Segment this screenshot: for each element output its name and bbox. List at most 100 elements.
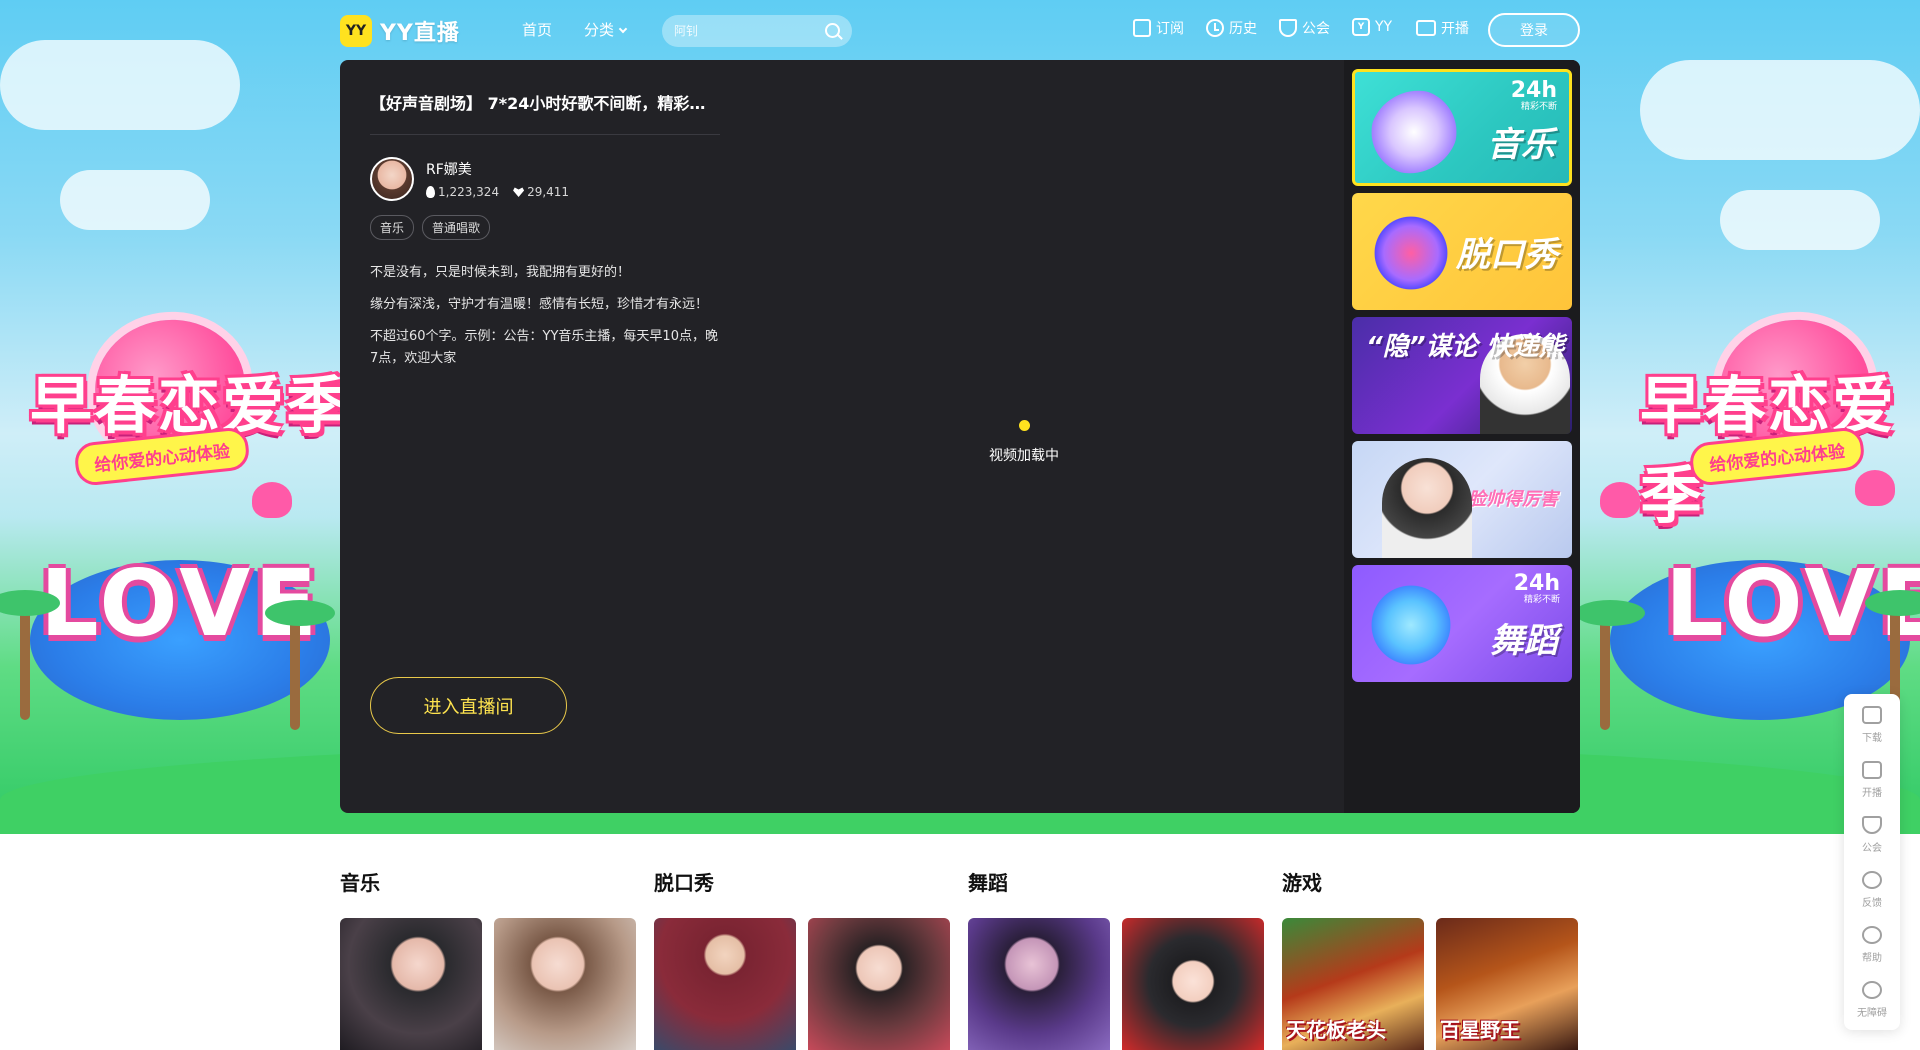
streamer-meta: RF娜美 1,223,324 29,411 [426,159,569,199]
badge-24h: 24h [1510,78,1557,103]
nav-history[interactable]: 历史 [1206,18,1257,38]
search-box[interactable] [662,15,852,47]
stream-thumbnail[interactable] [494,918,636,1050]
rail-card-title: 脱口秀 [1456,235,1558,275]
help-button[interactable]: 帮助 [1844,926,1900,981]
rail-card-courier-bear[interactable]: “隐”谋论 快递熊 [1352,317,1572,434]
site-logo[interactable]: YY YY直播 [340,15,460,47]
cloud-decoration [1640,60,1920,160]
rail-card-dance[interactable]: 24h 精彩不断 舞蹈 [1352,565,1572,682]
description-line: 不超过60个字。示例：公告：YY音乐主播，每天早10点，晚7点，欢迎大家 [370,329,718,366]
stream-thumbnail[interactable] [340,918,482,1050]
nav-yy[interactable]: Y YY [1352,18,1392,36]
cloud-decoration [60,170,210,230]
rail-card-title: 音乐 [1487,125,1555,165]
room-tags: 音乐 普通唱歌 [370,215,720,240]
bookmark-icon [1133,19,1151,37]
nav-yy-label: YY [1375,19,1393,35]
camera-icon [1862,761,1882,779]
section-title[interactable]: 游戏 [1282,867,1322,896]
yy-icon: Y [1352,18,1370,36]
heart-icon [513,187,525,197]
streamer-avatar[interactable] [370,157,414,201]
heat-stat: 1,223,324 [426,185,499,199]
floating-toolbar: 下载 开播 公会 反馈 帮助 无障碍 [1844,694,1900,1030]
stream-thumbnail[interactable] [808,918,950,1050]
download-button[interactable]: 下载 [1844,706,1900,761]
rail-card-goddess[interactable]: 活力女神 脸帅得厉害 [1352,441,1572,558]
video-loading: 视频加载中 [924,420,1124,465]
tag-music[interactable]: 音乐 [370,215,415,240]
nav-home-link[interactable]: 首页 [522,19,552,40]
tag-singing[interactable]: 普通唱歌 [422,215,491,240]
loading-text: 视频加载中 [989,448,1059,464]
login-button[interactable]: 登录 [1488,13,1580,47]
thumbnail-caption: 天花板老头 [1286,1018,1386,1042]
top-nav: YY YY直播 首页 分类 订阅 历史 公会 Y YY 开播 登录 [0,0,1920,60]
room-info: 【好声音剧场】 7*24小时好歌不间断，精彩不... RF娜美 1,223,32… [370,90,720,380]
streamer-stats: 1,223,324 29,411 [426,185,569,199]
heart-decoration [252,482,292,518]
clock-icon [1206,19,1224,37]
palm-decoration [265,600,335,626]
stream-thumbnail[interactable] [968,918,1110,1050]
chevron-down-icon [618,24,628,34]
feedback-button[interactable]: 反馈 [1844,871,1900,926]
broadcast-button[interactable]: 开播 [1844,761,1900,816]
section-title[interactable]: 舞蹈 [968,867,1008,896]
shoe-icon [1352,567,1470,682]
float-label: 下载 [1862,733,1882,744]
stream-thumbnail[interactable]: 百星野王 [1436,918,1578,1050]
guild-button[interactable]: 公会 [1844,816,1900,871]
thumbnail-caption: 百星野王 [1440,1018,1520,1042]
rail-card-music[interactable]: 24h 精彩不断 音乐 [1352,69,1572,186]
logo-badge: YY [340,15,372,47]
stream-thumbnail[interactable] [1122,918,1264,1050]
streamer-card[interactable]: RF娜美 1,223,324 29,411 [370,157,720,201]
logo-text: YY直播 [380,21,460,46]
badge-24h: 24h [1513,571,1560,596]
nav-subscribe[interactable]: 订阅 [1133,18,1184,38]
description-line: 缘分有深浅，守护才有温暖！感情有长短，珍惜才有永远！ [370,297,709,312]
cloud-decoration [1720,190,1880,250]
headset-icon [1862,926,1882,944]
section-title[interactable]: 脱口秀 [654,867,714,896]
section-title[interactable]: 音乐 [340,867,380,896]
shield-icon [1862,816,1882,834]
nav-subscribe-label: 订阅 [1156,21,1184,37]
rail-card-talkshow[interactable]: 脱口秀 [1352,193,1572,310]
enter-room-button[interactable]: 进入直播间 [370,677,567,734]
download-icon [1862,706,1882,724]
camera-icon [1416,20,1436,36]
host-portrait [1382,458,1472,558]
float-label: 公会 [1862,843,1882,854]
nav-category-dropdown[interactable]: 分类 [584,19,628,40]
rail-card-title: “隐”谋论 快递熊 [1366,332,1565,362]
streamer-name[interactable]: RF娜美 [426,159,569,179]
rail-card-title: 舞蹈 [1490,621,1558,661]
palm-decoration [290,610,300,730]
description-line: 不是没有，只是时候未到，我配拥有更好的！ [370,265,631,280]
flame-icon [426,186,435,198]
search-icon[interactable] [825,23,840,38]
stream-thumbnail[interactable] [654,918,796,1050]
badge-sub: 精彩不断 [1520,102,1557,112]
category-sections: 音乐 脱口秀 舞蹈 游戏 天花板老头 百星野王 [340,834,1580,1050]
badge-sub: 精彩不断 [1523,595,1560,605]
shield-icon [1279,19,1297,37]
stream-thumbnail[interactable]: 天花板老头 [1282,918,1424,1050]
float-label: 帮助 [1862,953,1882,964]
nav-guild[interactable]: 公会 [1279,18,1330,38]
accessibility-icon [1862,981,1882,999]
accessibility-button[interactable]: 无障碍 [1844,981,1900,1036]
microphone-icon [1355,74,1473,183]
microphone-icon [1366,213,1456,293]
heat-value: 1,223,324 [438,185,500,199]
nav-category-label: 分类 [584,21,615,39]
nav-history-label: 历史 [1229,21,1257,37]
search-input[interactable] [674,24,814,38]
chat-bubble-icon [1862,871,1882,889]
nav-broadcast[interactable]: 开播 [1416,18,1469,38]
likes-stat: 29,411 [513,185,569,199]
palm-decoration [1575,600,1645,626]
